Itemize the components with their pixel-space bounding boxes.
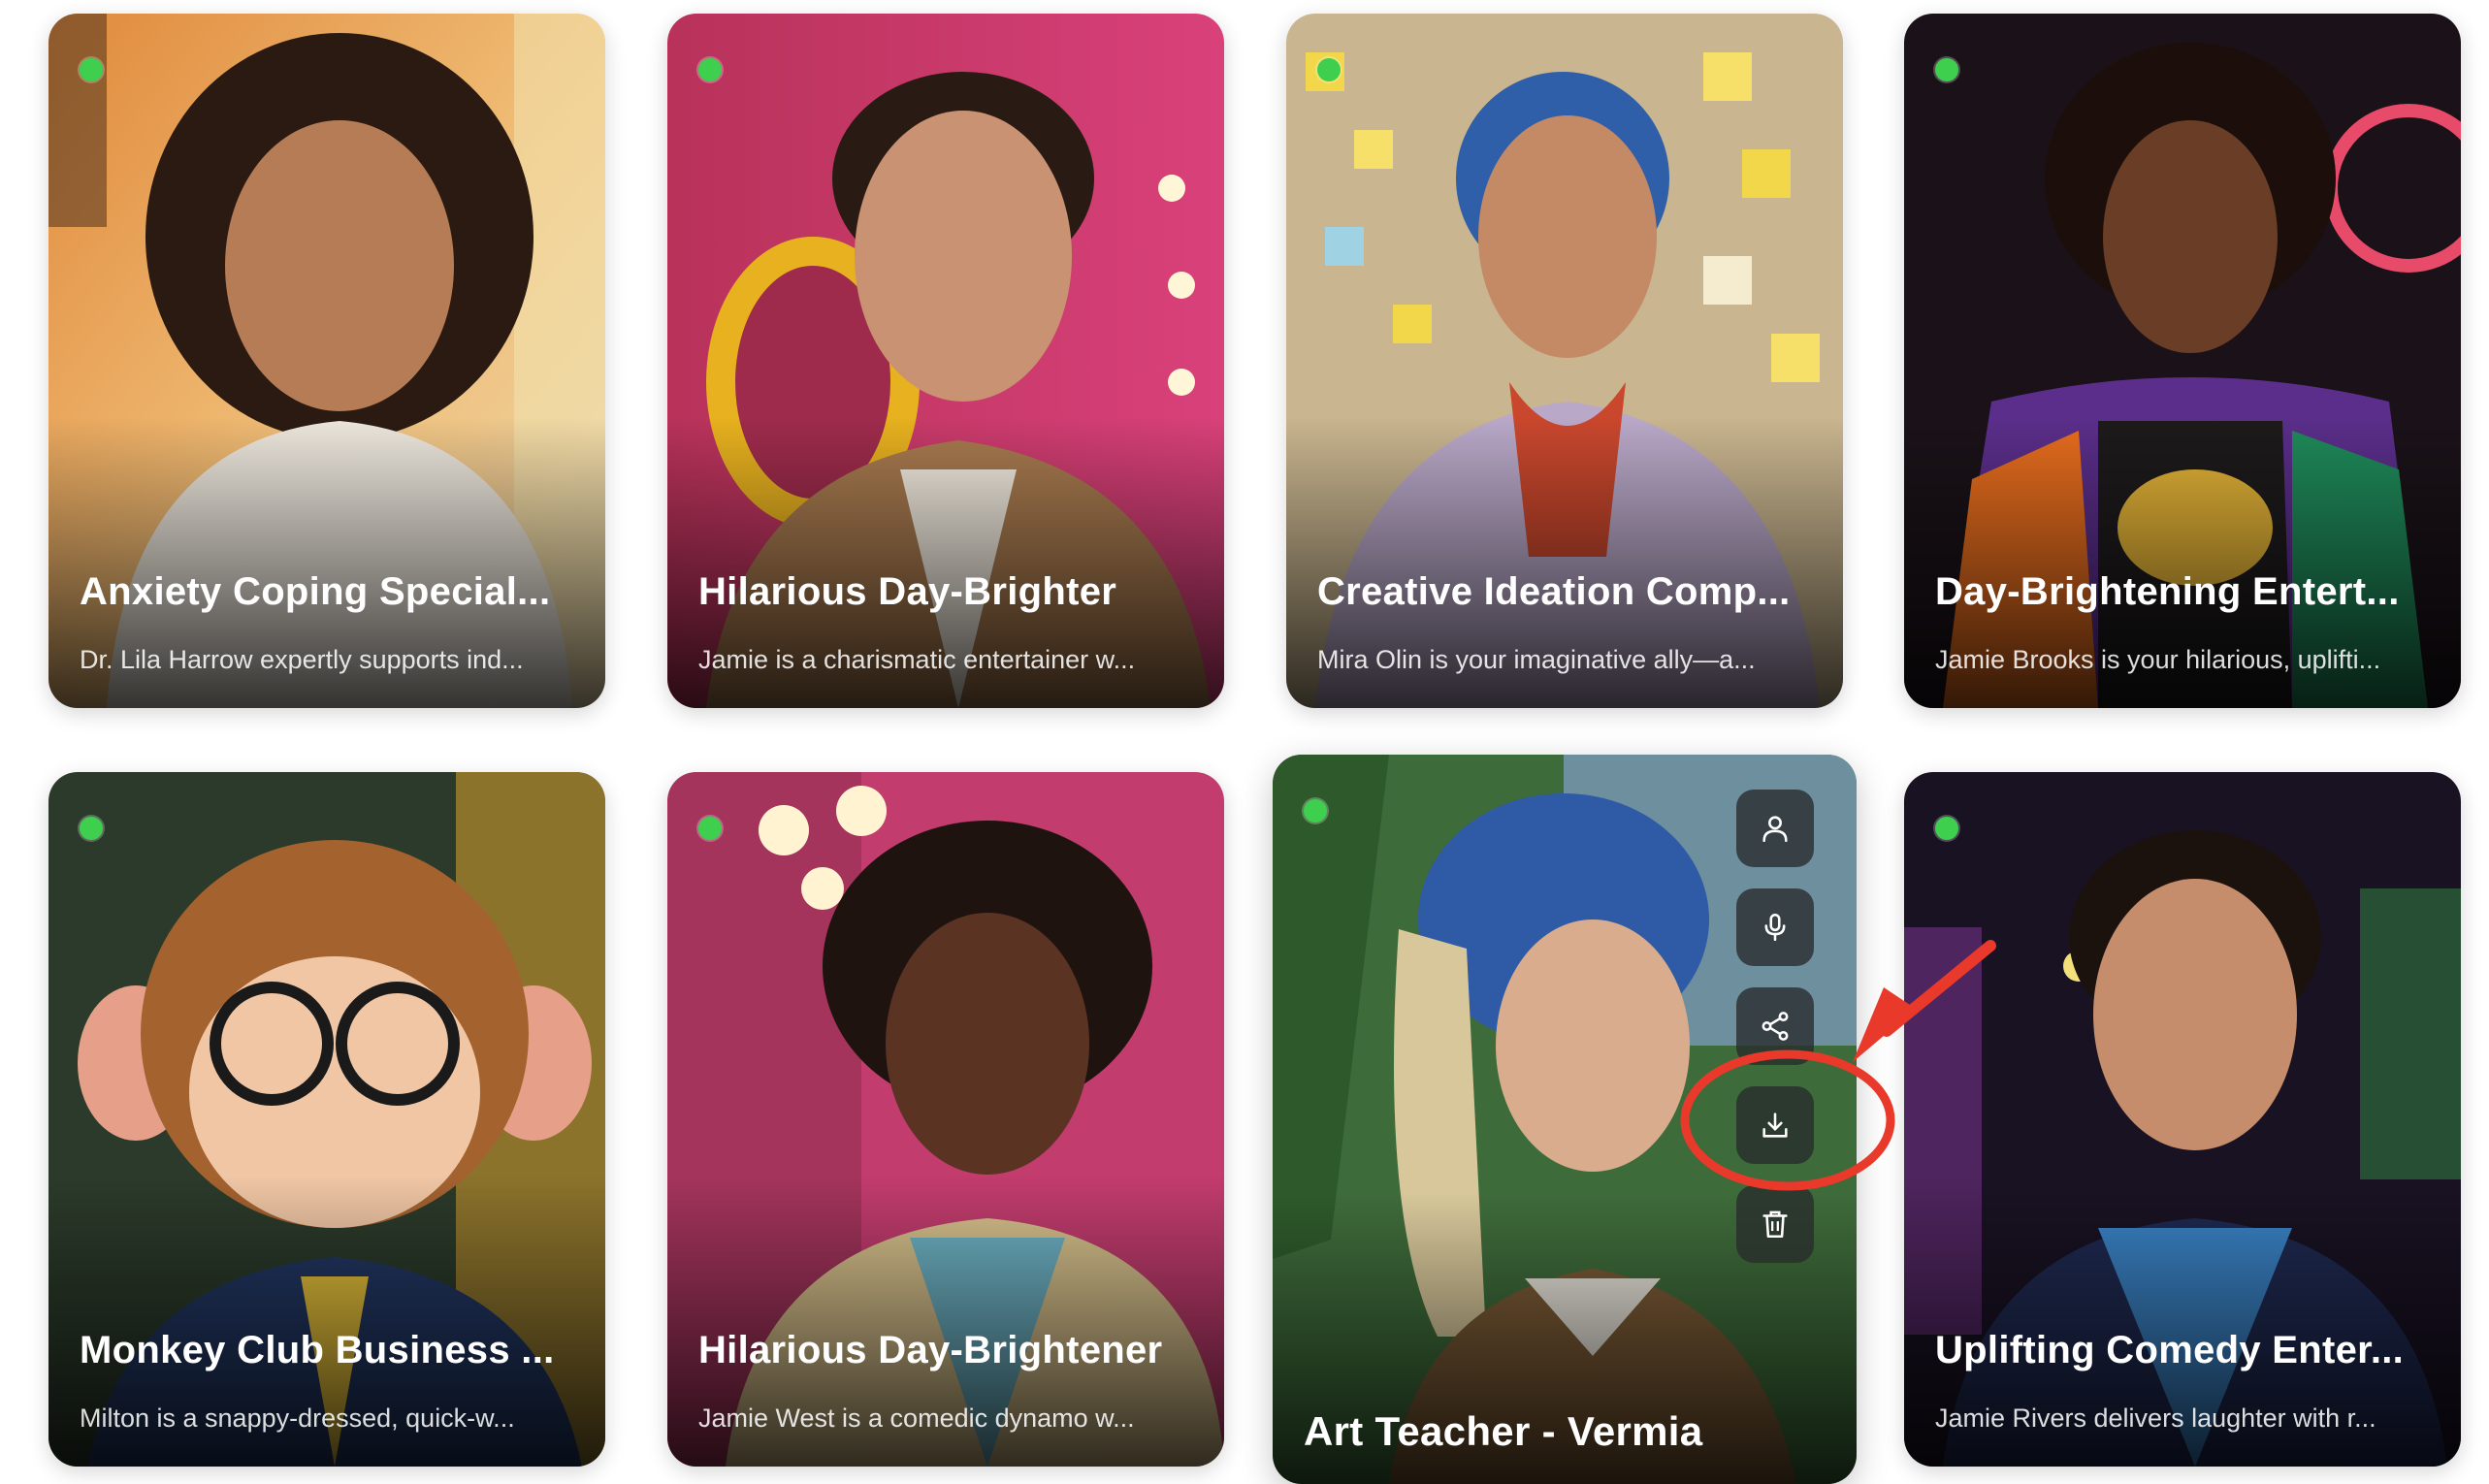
card-title: Day-Brightening Entert... bbox=[1935, 570, 2400, 613]
trash-icon bbox=[1762, 1210, 1788, 1239]
card-action-menu bbox=[1736, 790, 1818, 1284]
character-card-monkey-club[interactable]: Monkey Club Business ... Milton is a sna… bbox=[48, 772, 605, 1467]
character-grid: Anxiety Coping Special... Dr. Lila Harro… bbox=[0, 0, 2489, 1484]
card-description: Jamie Brooks is your hilarious, uplifti.… bbox=[1935, 645, 2381, 674]
character-card-uplifting-comedy[interactable]: Uplifting Comedy Enter... Jamie Rivers d… bbox=[1904, 772, 2461, 1467]
online-status-indicator bbox=[1935, 817, 1958, 840]
card-description: Jamie Rivers delivers laughter with r... bbox=[1935, 1403, 2376, 1433]
online-status-indicator bbox=[80, 58, 103, 81]
card-description: Jamie is a charismatic entertainer w... bbox=[698, 645, 1136, 674]
card-title: Anxiety Coping Special... bbox=[80, 570, 551, 613]
online-status-indicator bbox=[80, 817, 103, 840]
online-status-indicator bbox=[1304, 799, 1327, 823]
card-description: Jamie West is a comedic dynamo w... bbox=[698, 1403, 1135, 1433]
card-description: Dr. Lila Harrow expertly supports ind... bbox=[80, 645, 524, 674]
download-icon bbox=[1762, 1113, 1788, 1138]
character-card-anxiety-coping[interactable]: Anxiety Coping Special... Dr. Lila Harro… bbox=[48, 14, 605, 708]
microphone-icon bbox=[1764, 913, 1786, 942]
voice-button[interactable] bbox=[1736, 888, 1814, 966]
character-card-hilarious-day-brightener[interactable]: Hilarious Day-Brightener Jamie West is a… bbox=[667, 772, 1224, 1467]
card-title: Creative Ideation Comp... bbox=[1317, 570, 1791, 613]
card-title: Art Teacher - Vermia bbox=[1304, 1408, 1703, 1454]
card-title: Hilarious Day-Brightener bbox=[698, 1329, 1163, 1371]
character-card-day-brightening[interactable]: Day-Brightening Entert... Jamie Brooks i… bbox=[1904, 14, 2461, 708]
online-status-indicator bbox=[698, 58, 722, 81]
card-description: Milton is a snappy-dressed, quick-w... bbox=[80, 1403, 515, 1433]
download-button[interactable] bbox=[1736, 1086, 1814, 1164]
delete-button[interactable] bbox=[1736, 1185, 1814, 1263]
card-description: Mira Olin is your imaginative ally—a... bbox=[1317, 645, 1756, 674]
character-card-creative-ideation[interactable]: Creative Ideation Comp... Mira Olin is y… bbox=[1286, 14, 1843, 708]
online-status-indicator bbox=[698, 817, 722, 840]
character-card-art-teacher[interactable]: Art Teacher - Vermia bbox=[1273, 755, 1857, 1484]
user-icon bbox=[1762, 816, 1788, 843]
card-title: Monkey Club Business ... bbox=[80, 1329, 555, 1371]
share-button[interactable] bbox=[1736, 987, 1814, 1065]
online-status-indicator bbox=[1317, 58, 1341, 81]
share-icon bbox=[1762, 1012, 1789, 1041]
character-card-hilarious-day-brighter[interactable]: Hilarious Day-Brighter Jamie is a charis… bbox=[667, 14, 1224, 708]
view-profile-button[interactable] bbox=[1736, 790, 1814, 867]
card-title: Uplifting Comedy Enter... bbox=[1935, 1329, 2405, 1371]
online-status-indicator bbox=[1935, 58, 1958, 81]
card-title: Hilarious Day-Brighter bbox=[698, 570, 1117, 613]
